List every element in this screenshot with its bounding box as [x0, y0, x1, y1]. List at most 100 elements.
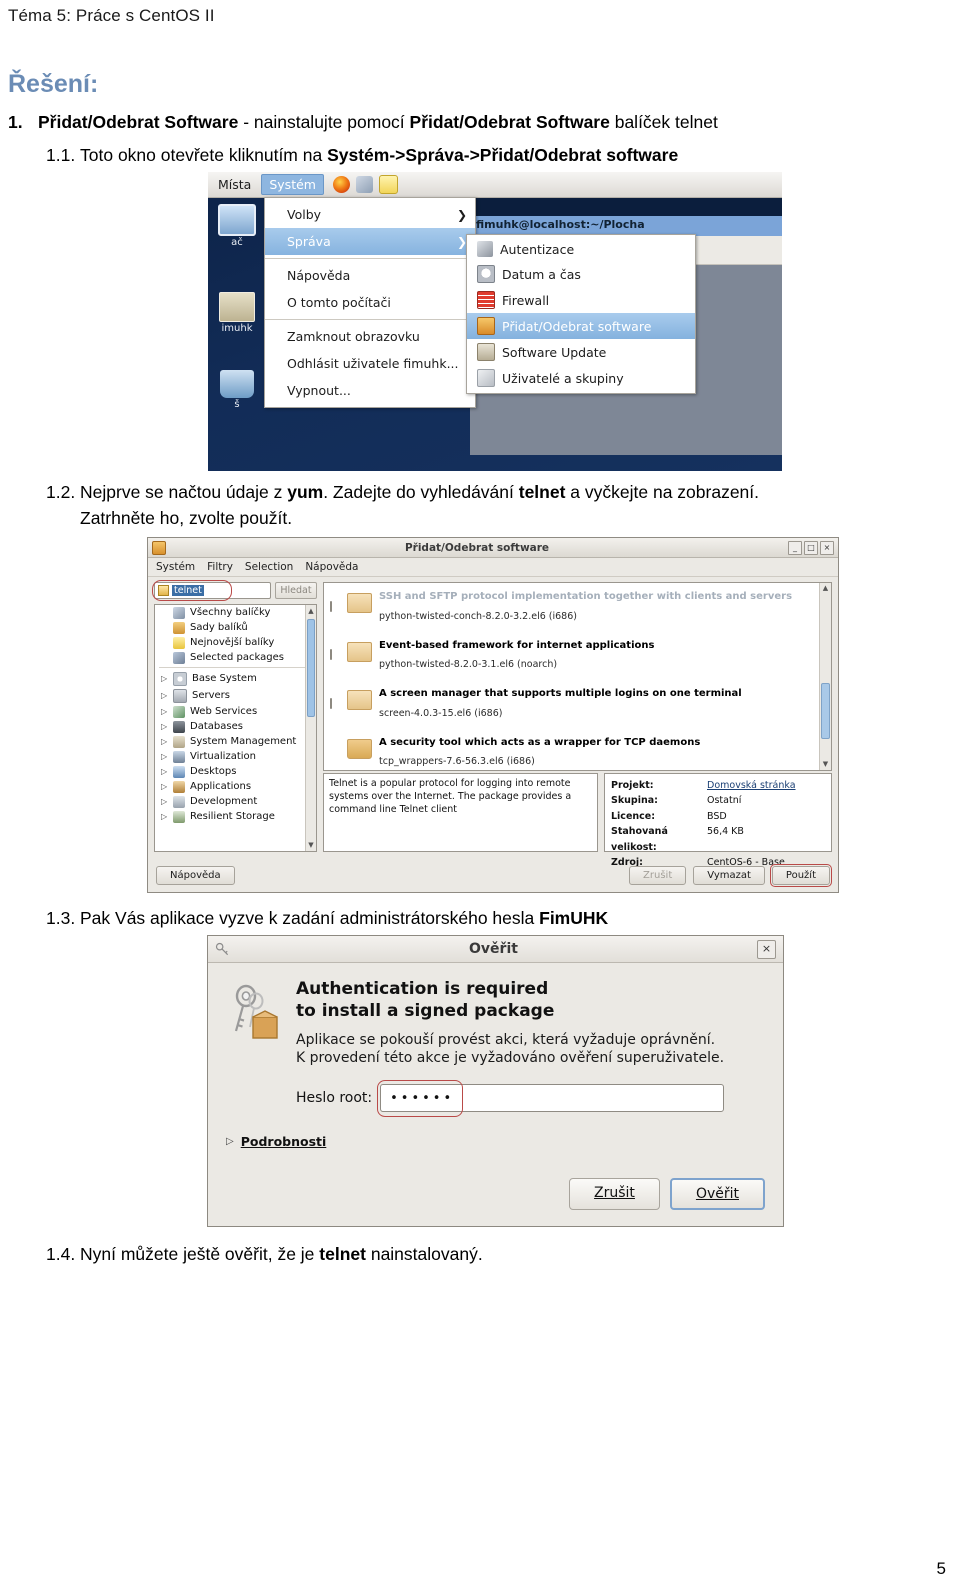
help-button[interactable]: Nápověda: [156, 865, 235, 885]
clear-button[interactable]: Vymazat: [693, 865, 765, 885]
package-row[interactable]: Event-based framework for internet appli…: [324, 628, 831, 677]
cancel-button-label: Zrušit: [594, 1185, 635, 1201]
search-row: telnet Hledat: [152, 580, 317, 601]
meta-value-project[interactable]: Domovská stránka: [707, 778, 796, 793]
scroll-down-icon[interactable]: ▼: [820, 759, 831, 770]
keys-package-icon: [226, 979, 282, 1112]
tree-item-applications[interactable]: ▷ Applications: [155, 779, 316, 794]
package-row[interactable]: A screen manager that supports multiple …: [324, 676, 831, 725]
scroll-up-icon[interactable]: ▲: [306, 605, 316, 617]
tree-item-resilient-storage[interactable]: ▷ Resilient Storage: [155, 809, 316, 824]
tree-expander[interactable]: ▷: [161, 707, 168, 716]
right-pane: SSH and SFTP protocol implementation tog…: [323, 582, 832, 868]
menu-item-logout[interactable]: Odhlásit uživatele fimuhk...: [265, 350, 475, 377]
cancel-button[interactable]: Zrušit: [569, 1178, 660, 1210]
scroll-up-icon[interactable]: ▲: [820, 583, 831, 594]
tree-item-newest-packages[interactable]: Nejnovější balíky: [155, 635, 316, 650]
evolution-icon[interactable]: [355, 176, 373, 193]
tree-item-all-packages[interactable]: Všechny balíčky: [155, 605, 316, 620]
list-item-1-2-bold-telnet: telnet: [518, 482, 566, 502]
tree-expander[interactable]: ▷: [161, 722, 168, 731]
list-item-1: 1. Přidat/Odebrat Software - nainstalujte…: [8, 110, 952, 135]
search-input[interactable]: telnet: [152, 580, 271, 601]
package-row[interactable]: A security tool which acts as a wrapper …: [324, 725, 831, 771]
desktop-icon-trash[interactable]: š: [214, 370, 260, 410]
dialog-heading-line2: to install a signed package: [296, 1000, 555, 1021]
menu-item-shutdown[interactable]: Vypnout...: [265, 377, 475, 404]
submenu-item-firewall[interactable]: Firewall: [467, 287, 695, 313]
package-list-scrollbar[interactable]: ▲ ▼: [819, 583, 831, 770]
tree-item-databases[interactable]: ▷ Databases: [155, 719, 316, 734]
list-item-1-bold-2: Přidat/Odebrat Software: [409, 112, 610, 132]
package-checkbox[interactable]: [330, 649, 332, 661]
tree-expander[interactable]: ▷: [161, 674, 168, 683]
users-groups-icon: [477, 369, 495, 387]
tree-item-desktops-label: Desktops: [190, 766, 237, 777]
menu-item-about[interactable]: O tomto počítači: [265, 289, 475, 316]
desktop-icon-computer[interactable]: ač: [214, 204, 260, 248]
tree-item-selected-packages[interactable]: Selected packages: [155, 650, 316, 665]
tree-item-package-collections[interactable]: Sady balíků: [155, 620, 316, 635]
panel-menu-system[interactable]: Systém: [261, 174, 324, 195]
tree-item-system-management[interactable]: ▷ System Management: [155, 734, 316, 749]
password-field[interactable]: ••••••: [377, 1080, 725, 1117]
notes-icon[interactable]: [378, 175, 398, 194]
package-row[interactable]: SSH and SFTP protocol implementation tog…: [324, 583, 831, 628]
tree-expander[interactable]: ▷: [161, 767, 168, 776]
menu-item-volby[interactable]: Volby ❯: [265, 201, 475, 228]
software-update-icon: [477, 343, 495, 361]
menubar-item-filtry[interactable]: Filtry: [207, 561, 233, 573]
menu-item-napoveda[interactable]: Nápověda: [265, 262, 475, 289]
submenu-item-add-remove-software[interactable]: Přidat/Odebrat software: [467, 313, 695, 339]
firefox-icon[interactable]: [332, 176, 350, 193]
menubar-item-selection[interactable]: Selection: [245, 561, 293, 573]
minimize-button[interactable]: _: [788, 540, 802, 555]
list-item-1-number: 1.: [8, 112, 23, 132]
scroll-down-icon[interactable]: ▼: [306, 839, 316, 851]
submenu-item-software-update[interactable]: Software Update: [467, 339, 695, 365]
menu-item-lock-screen[interactable]: Zamknout obrazovku: [265, 323, 475, 350]
search-button[interactable]: Hledat: [275, 582, 317, 599]
tree-expander[interactable]: ▷: [161, 782, 168, 791]
menu-item-sprava[interactable]: Správa ❯: [265, 228, 475, 255]
package-checkbox[interactable]: [330, 600, 332, 612]
tree-expander[interactable]: ▷: [161, 752, 168, 761]
authenticate-button[interactable]: Ověřit: [669, 1178, 765, 1210]
menubar-item-system[interactable]: Systém: [156, 561, 195, 573]
package-icon: [347, 690, 372, 711]
package-checkbox[interactable]: [330, 697, 332, 709]
tree-scrollbar[interactable]: ▲ ▼: [305, 605, 316, 851]
tree-scrollbar-thumb[interactable]: [307, 619, 315, 717]
submenu-item-users-groups[interactable]: Uživatelé a skupiny: [467, 365, 695, 391]
tree-item-desktops[interactable]: ▷ Desktops: [155, 764, 316, 779]
meta-value-license: BSD: [707, 810, 727, 822]
tree-item-development[interactable]: ▷ Development: [155, 794, 316, 809]
panel-menu-places[interactable]: Místa: [210, 174, 259, 195]
close-icon[interactable]: ×: [757, 939, 776, 959]
menubar-item-napoveda[interactable]: Nápověda: [305, 561, 358, 573]
tree-expander[interactable]: ▷: [161, 797, 168, 806]
submenu-item-datum-cas[interactable]: Datum a čas: [467, 261, 695, 287]
window-controls: _ □ ×: [788, 540, 834, 555]
package-list[interactable]: SSH and SFTP protocol implementation tog…: [323, 582, 832, 771]
tree-item-virtualization[interactable]: ▷ Virtualization: [155, 749, 316, 764]
list-item-1-3-text: Pak Vás aplikace vyzve k zadání administ…: [80, 908, 540, 928]
tree-item-base-system[interactable]: ▷ Base System: [155, 670, 316, 687]
submenu-item-autentizace[interactable]: Autentizace: [467, 237, 695, 261]
tree-item-servers[interactable]: ▷ Servers: [155, 687, 316, 704]
menu-item-napoveda-label: Nápověda: [287, 268, 351, 283]
menu-item-shutdown-label: Vypnout...: [287, 383, 351, 398]
package-list-scrollbar-thumb[interactable]: [821, 683, 830, 739]
category-tree[interactable]: Všechny balíčky Sady balíků Nejnovější b…: [154, 604, 317, 852]
maximize-button[interactable]: □: [804, 540, 818, 555]
tree-expander[interactable]: ▷: [161, 691, 168, 700]
close-button[interactable]: ×: [820, 540, 834, 555]
apply-button[interactable]: Použít: [769, 863, 833, 887]
details-disclosure[interactable]: ▷ Podrobnosti: [226, 1134, 765, 1149]
panel-launchers: [332, 175, 398, 194]
tree-expander[interactable]: ▷: [161, 737, 168, 746]
tree-item-servers-label: Servers: [192, 690, 231, 701]
desktop-icon-home[interactable]: imuhk: [214, 292, 260, 334]
tree-item-web-services[interactable]: ▷ Web Services: [155, 704, 316, 719]
tree-expander[interactable]: ▷: [161, 812, 168, 821]
